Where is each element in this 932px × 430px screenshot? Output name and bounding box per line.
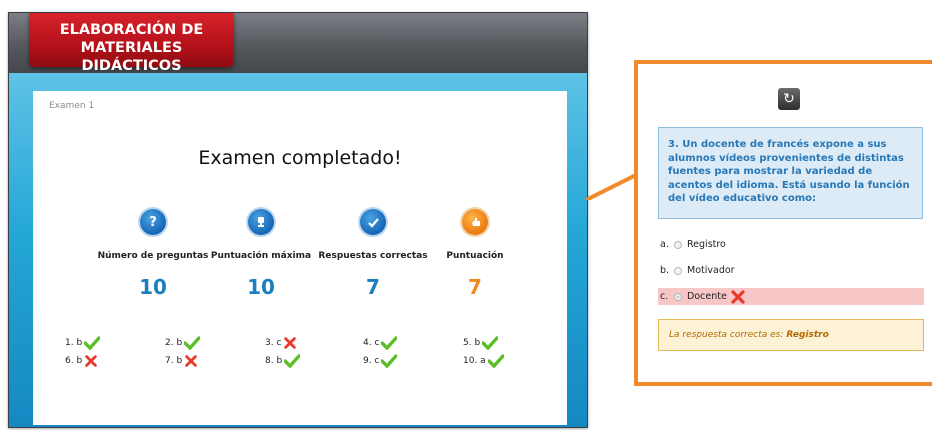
answer-item: 1. b [65,336,117,350]
feedback-prefix: La respuesta correcta es: [669,330,784,340]
answer-item: 9. c [363,354,415,368]
answer-text: 10. a [463,356,486,366]
checkmark-icon [360,209,386,235]
answer-text: 6. b [65,356,83,366]
correct-check-icon [184,336,201,350]
radio-button[interactable] [674,240,682,249]
answer-item: 4. c [363,336,415,350]
results-card: Examen 1 Examen completado! ? Número de … [33,91,567,425]
course-logo: ELABORACIÓN DE MATERIALES DIDÁCTICOS [29,13,234,74]
wrong-cross-icon [85,355,97,367]
stat-value: 10 [247,275,275,299]
radio-button[interactable] [674,266,682,275]
correct-check-icon [381,354,398,368]
answer-item: 3. c [265,336,317,350]
option-letter: b. [660,265,670,276]
stat-max-score: Puntuación máxima 10 [196,209,326,299]
correct-check-icon [487,354,504,368]
feedback-answer: Registro [786,330,829,340]
correct-check-icon [381,336,398,350]
question-detail-panel: ↻ 3. Un docente de francés expone a sus … [634,60,932,386]
answer-text: 4. c [363,338,380,348]
stat-label: Puntuación [446,251,504,261]
wrong-cross-icon [284,337,297,349]
answer-text: 9. c [363,356,380,366]
stat-label: Puntuación máxima [210,251,312,261]
answer-item: 5. b [463,336,515,350]
correct-answer-feedback: La respuesta correcta es: Registro [658,319,924,351]
exam-label: Examen 1 [49,101,95,111]
stat-value: 7 [468,275,482,299]
option-letter: c. [660,291,669,302]
answer-item: 6. b [65,354,117,368]
option-label: Registro [687,239,726,250]
option-b[interactable]: b. Motivador [658,262,924,279]
logo-line-2: MATERIALES DIDÁCTICOS [80,40,183,74]
answer-text: 5. b [463,338,481,348]
answer-text: 7. b [165,356,183,366]
completion-heading: Examen completado! [198,147,402,169]
answer-item: 2. b [165,336,217,350]
answer-item: 10. a [463,354,515,368]
option-letter: a. [660,239,669,250]
option-a[interactable]: a. Registro [658,236,924,253]
correct-check-icon [284,354,301,368]
hand-pointer-icon [462,209,488,235]
correct-check-icon [482,336,499,350]
wrong-cross-icon [185,355,197,367]
answer-item: 8. b [265,354,317,368]
radio-button-selected[interactable] [674,292,682,301]
option-label: Docente [687,291,727,302]
answer-item: 7. b [165,354,217,368]
question-text: 3. Un docente de francés expone a sus al… [658,127,923,219]
reload-icon[interactable]: ↻ [778,88,800,110]
answer-text: 2. b [165,338,183,348]
answer-text: 3. c [265,338,282,348]
option-label: Motivador [687,265,735,276]
answer-text: 8. b [265,356,283,366]
trophy-icon [248,209,274,235]
wrong-cross-icon [731,289,745,304]
answer-text: 1. b [65,338,83,348]
question-mark-icon: ? [140,209,166,235]
option-c[interactable]: c. Docente [658,288,924,305]
correct-check-icon [84,336,101,350]
stat-score: Puntuación 7 [410,209,540,299]
logo-line-1: ELABORACIÓN DE [59,22,204,38]
exam-window: ELABORACIÓN DE MATERIALES DIDÁCTICOS Exa… [8,12,588,428]
